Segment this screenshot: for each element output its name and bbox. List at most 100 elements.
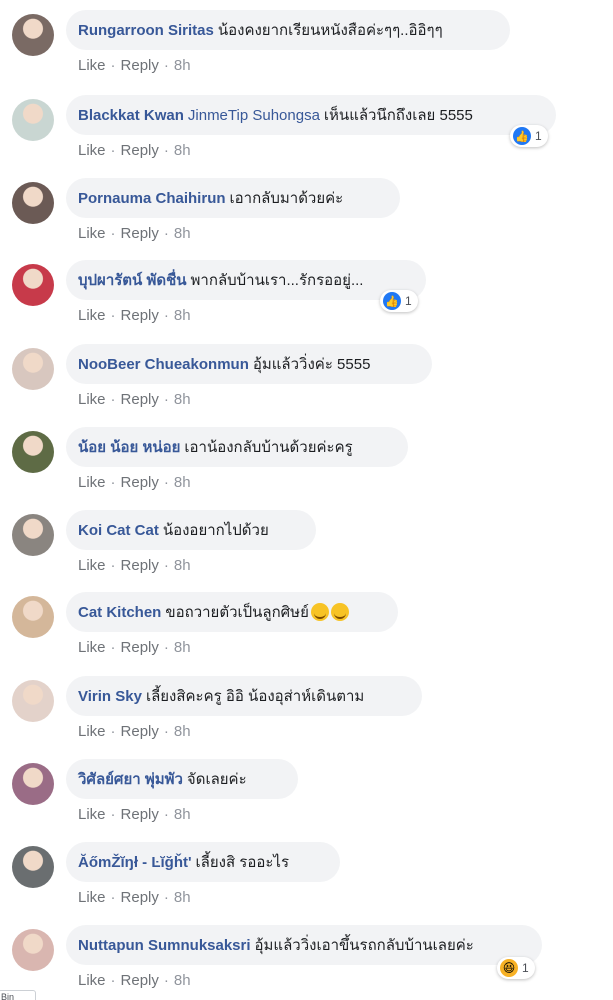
avatar-photo xyxy=(12,846,54,888)
avatar[interactable] xyxy=(12,264,54,306)
comment-time[interactable]: 8h xyxy=(174,391,191,408)
like-button[interactable]: Like xyxy=(78,57,106,74)
separator: · xyxy=(110,889,116,906)
comment-time[interactable]: 8h xyxy=(174,225,191,242)
comment-actions: Like · Reply · 8h xyxy=(78,557,191,574)
separator: · xyxy=(110,557,116,574)
reaction-count[interactable]: 👍 1 xyxy=(380,290,418,312)
avatar[interactable] xyxy=(12,99,54,141)
comment-author[interactable]: Pornauma Chaihirun xyxy=(78,190,226,207)
reply-button[interactable]: Reply xyxy=(121,391,159,408)
tagged-user[interactable]: JinmeTip Suhongsa xyxy=(188,107,320,124)
avatar[interactable] xyxy=(12,846,54,888)
separator: · xyxy=(110,639,116,656)
reply-button[interactable]: Reply xyxy=(121,557,159,574)
haha-icon: 😆 xyxy=(500,959,518,977)
comment-time[interactable]: 8h xyxy=(174,723,191,740)
reply-button[interactable]: Reply xyxy=(121,142,159,159)
separator: · xyxy=(110,57,116,74)
comment-author[interactable]: วิศัลย์ศยา พุ่มพัว xyxy=(78,767,183,791)
avatar[interactable] xyxy=(12,182,54,224)
separator: · xyxy=(163,307,169,324)
like-button[interactable]: Like xyxy=(78,225,106,242)
comment-time[interactable]: 8h xyxy=(174,806,191,823)
reply-button[interactable]: Reply xyxy=(121,57,159,74)
comment-bubble: ĂőmŽĭŋł - Ŀĭğȟt' เลี้ยงสิ รออะไร xyxy=(66,842,340,882)
comment-time[interactable]: 8h xyxy=(174,307,191,324)
separator: · xyxy=(163,723,169,740)
avatar-photo xyxy=(12,929,54,971)
separator: · xyxy=(110,474,116,491)
like-button[interactable]: Like xyxy=(78,972,106,989)
avatar-photo xyxy=(12,763,54,805)
comment-author[interactable]: ĂőmŽĭŋł - Ŀĭğȟt' xyxy=(78,854,192,871)
comment-author[interactable]: Nuttapun Sumnuksaksri xyxy=(78,937,251,954)
comment-author[interactable]: บุปผารัตน์ พัดชื่น xyxy=(78,268,187,292)
like-button[interactable]: Like xyxy=(78,889,106,906)
separator: · xyxy=(163,972,169,989)
reply-button[interactable]: Reply xyxy=(121,225,159,242)
reply-button[interactable]: Reply xyxy=(121,307,159,324)
comment-actions: Like · Reply · 8h xyxy=(78,142,191,159)
comment-text: ขอถวายตัวเป็นลูกศิษย์ xyxy=(165,604,309,621)
separator: · xyxy=(110,307,116,324)
comment-time[interactable]: 8h xyxy=(174,889,191,906)
avatar[interactable] xyxy=(12,929,54,971)
reaction-number: 1 xyxy=(405,294,412,308)
reply-button[interactable]: Reply xyxy=(121,723,159,740)
comment-author[interactable]: Koi Cat Cat xyxy=(78,522,159,539)
separator: · xyxy=(163,889,169,906)
avatar[interactable] xyxy=(12,596,54,638)
like-button[interactable]: Like xyxy=(78,557,106,574)
separator: · xyxy=(110,225,116,242)
avatar-photo xyxy=(12,348,54,390)
avatar[interactable] xyxy=(12,14,54,56)
reaction-count[interactable]: 👍 1 xyxy=(510,125,548,147)
like-button[interactable]: Like xyxy=(78,806,106,823)
like-button[interactable]: Like xyxy=(78,723,106,740)
comment-bubble: Blackkat Kwan JinmeTip Suhongsa เห็นแล้ว… xyxy=(66,95,556,135)
comment-time[interactable]: 8h xyxy=(174,474,191,491)
comment-author[interactable]: Cat Kitchen xyxy=(78,604,161,621)
avatar[interactable] xyxy=(12,680,54,722)
comment-actions: Like · Reply · 8h xyxy=(78,57,191,74)
comment-text: น้องคงยากเรียนหนังสือค่ะๆๆ..อิอิๆๆ xyxy=(217,22,443,39)
reply-button[interactable]: Reply xyxy=(121,806,159,823)
reply-button[interactable]: Reply xyxy=(121,889,159,906)
like-button[interactable]: Like xyxy=(78,474,106,491)
like-icon: 👍 xyxy=(383,292,401,310)
comment-time[interactable]: 8h xyxy=(174,57,191,74)
comment-time[interactable]: 8h xyxy=(174,557,191,574)
comment-author[interactable]: Virin Sky xyxy=(78,688,142,705)
comment-item: Koi Cat Cat น้องอยากไปด้วย Like · Reply … xyxy=(0,500,613,583)
comment-actions: Like · Reply · 8h xyxy=(78,474,191,491)
avatar-photo xyxy=(12,264,54,306)
reply-button[interactable]: Reply xyxy=(121,474,159,491)
comment-time[interactable]: 8h xyxy=(174,639,191,656)
comment-author[interactable]: NooBeer Chueakonmun xyxy=(78,356,249,373)
separator: · xyxy=(110,723,116,740)
comment-author[interactable]: Rungarroon Siritas xyxy=(78,22,214,39)
comment-text: เอาน้องกลับบ้านด้วยค่ะครู xyxy=(184,439,353,456)
like-button[interactable]: Like xyxy=(78,639,106,656)
avatar[interactable] xyxy=(12,763,54,805)
like-button[interactable]: Like xyxy=(78,142,106,159)
reply-button[interactable]: Reply xyxy=(121,639,159,656)
comment-time[interactable]: 8h xyxy=(174,142,191,159)
like-button[interactable]: Like xyxy=(78,307,106,324)
avatar-photo xyxy=(12,99,54,141)
reaction-count[interactable]: 😆 1 xyxy=(497,957,535,979)
avatar[interactable] xyxy=(12,431,54,473)
smile-emoji-icon xyxy=(330,603,349,621)
comment-bubble: Nuttapun Sumnuksaksri อุ้มแล้ววิ่งเอาขึ้… xyxy=(66,925,542,965)
comment-author[interactable]: Blackkat Kwan xyxy=(78,107,184,124)
like-button[interactable]: Like xyxy=(78,391,106,408)
comment-time[interactable]: 8h xyxy=(174,972,191,989)
separator: · xyxy=(163,57,169,74)
corner-tab[interactable]: Bin xyxy=(0,990,36,1000)
separator: · xyxy=(163,225,169,242)
avatar[interactable] xyxy=(12,348,54,390)
avatar[interactable] xyxy=(12,514,54,556)
reply-button[interactable]: Reply xyxy=(121,972,159,989)
comment-author[interactable]: น้อย น้อย หน่อย xyxy=(78,435,180,459)
